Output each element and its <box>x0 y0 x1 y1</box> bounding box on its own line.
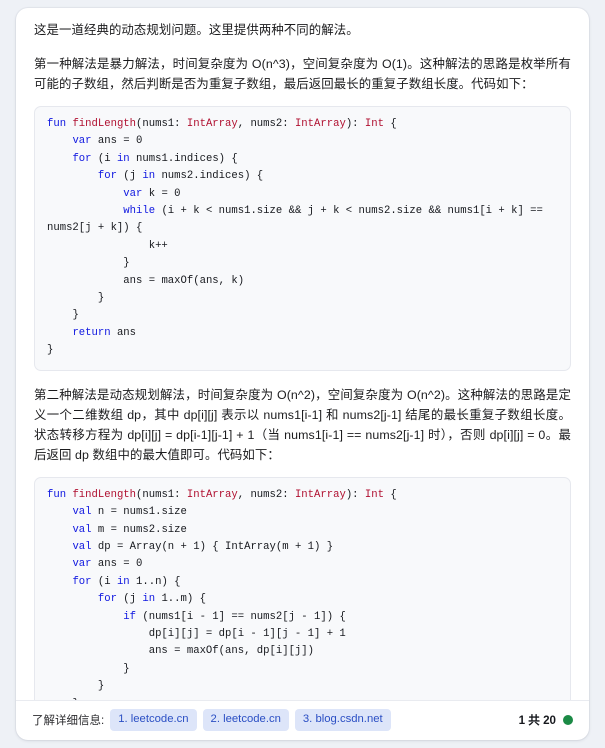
answer-content: 这是一道经典的动态规划问题。这里提供两种不同的解法。 第一种解法是暴力解法，时间… <box>16 8 589 700</box>
solution-two-description: 第二种解法是动态规划解法，时间复杂度为 O(n^2)，空间复杂度为 O(n^2)… <box>34 387 571 462</box>
footer-label: 了解详细信息: <box>32 714 105 727</box>
solution-one-description: 第一种解法是暴力解法，时间复杂度为 O(n^3)，空间复杂度为 O(1)。这种解… <box>34 57 571 91</box>
code-block-dynamic-programming[interactable]: fun findLength(nums1: IntArray, nums2: I… <box>34 476 571 700</box>
message-counter: 1 共 20 <box>518 713 556 727</box>
answer-card: 这是一道经典的动态规划问题。这里提供两种不同的解法。 第一种解法是暴力解法，时间… <box>16 8 589 740</box>
source-link-3[interactable]: 3. blog.csdn.net <box>294 708 391 731</box>
footer-status: 1 共 20 <box>519 712 573 728</box>
green-dot-icon <box>563 714 573 725</box>
intro-paragraph: 这是一道经典的动态规划问题。这里提供两种不同的解法。 <box>34 23 359 37</box>
answer-footer: 了解详细信息: 1. leetcode.cn 2. leetcode.cn 3.… <box>16 699 589 740</box>
source-link-2[interactable]: 2. leetcode.cn <box>202 708 289 731</box>
code-block-brute-force[interactable]: fun findLength(nums1: IntArray, nums2: I… <box>34 106 571 371</box>
source-link-1[interactable]: 1. leetcode.cn <box>110 708 197 731</box>
source-link-list: 1. leetcode.cn 2. leetcode.cn 3. blog.cs… <box>110 708 391 731</box>
